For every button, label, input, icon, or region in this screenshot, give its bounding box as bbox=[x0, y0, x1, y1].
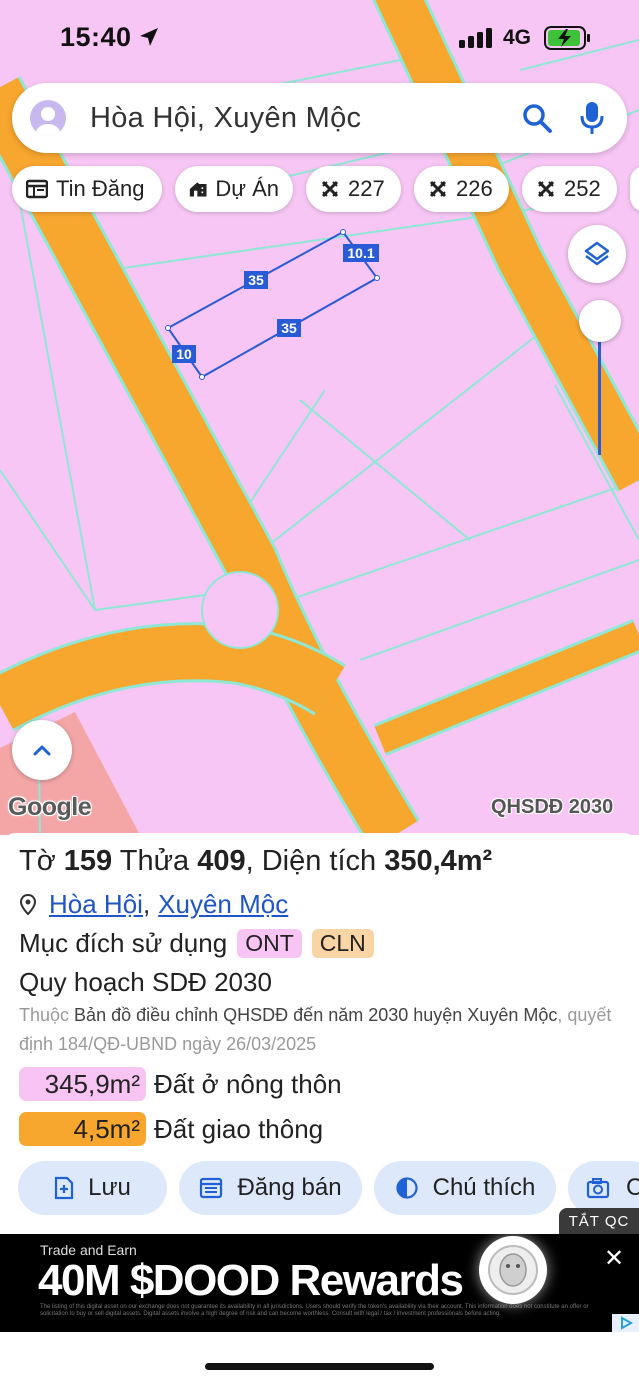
ad-fine-print: The listing of this digital asset on our… bbox=[40, 1304, 589, 1317]
search-icon[interactable] bbox=[521, 102, 553, 134]
google-logo: Google bbox=[8, 793, 92, 821]
search-input[interactable]: Hòa Hội, Xuyên Mộc bbox=[90, 102, 361, 135]
parcel-area: 350,4m² bbox=[384, 845, 493, 877]
area-value: 345,9m² bbox=[19, 1067, 146, 1101]
network-type: 4G bbox=[503, 26, 532, 49]
chip-227[interactable]: 227 bbox=[306, 166, 401, 212]
ad-choices-icon[interactable] bbox=[612, 1314, 639, 1332]
junction-island bbox=[201, 571, 279, 649]
edge-label-bottom: 35 bbox=[281, 320, 297, 336]
chip-label: Dự Án bbox=[215, 176, 279, 201]
plan-source: Thuộc Bản đồ điều chỉnh QHSDĐ đến năm 20… bbox=[19, 1001, 619, 1059]
layers-button[interactable] bbox=[568, 225, 626, 283]
purpose-tag-ont[interactable]: ONT bbox=[237, 929, 302, 958]
status-time: 15:40 bbox=[60, 22, 132, 52]
listing-icon bbox=[26, 179, 48, 199]
ad-close-icon[interactable]: ✕ bbox=[604, 1244, 624, 1273]
calendar-list-icon bbox=[200, 1177, 223, 1199]
chip-226[interactable]: 226 bbox=[414, 166, 509, 212]
plan-label: Quy hoạch SDĐ 2030 bbox=[19, 967, 272, 997]
edge-label-top: 35 bbox=[248, 272, 264, 288]
action-buttons: Lưu Đăng bán Chú thích C bbox=[0, 1161, 639, 1215]
camera-icon bbox=[586, 1178, 610, 1199]
edge-label-right: 10.1 bbox=[347, 245, 374, 261]
sheet-number: 159 bbox=[63, 845, 113, 877]
post-for-sale-button[interactable]: Đăng bán bbox=[179, 1161, 362, 1215]
ad-banner[interactable]: Trade and Earn 40M $DOOD Rewards The lis… bbox=[0, 1234, 639, 1332]
layers-icon bbox=[584, 241, 610, 266]
search-bar[interactable]: Hòa Hội, Xuyên Mộc bbox=[12, 83, 627, 153]
save-file-icon bbox=[55, 1176, 74, 1200]
map-view[interactable]: 35 10.1 35 10 15:40 4G Hòa Hội, Xuyên Mộ… bbox=[0, 0, 639, 835]
chip-label: Tin Đăng bbox=[56, 176, 145, 201]
chip-252[interactable]: 252 bbox=[522, 166, 617, 212]
opacity-slider-handle[interactable] bbox=[579, 300, 621, 342]
title-prefix: Tờ bbox=[19, 845, 56, 877]
expand-panel-button[interactable] bbox=[12, 720, 72, 780]
camera-button[interactable]: C bbox=[568, 1161, 639, 1215]
close-ad-button[interactable]: TẮT QC bbox=[559, 1208, 639, 1234]
location-row: Hòa Hội, Xuyên Mộc bbox=[19, 889, 288, 920]
chip-label: 252 bbox=[564, 176, 601, 201]
chip-tin-dang[interactable]: Tin Đăng bbox=[12, 166, 162, 212]
save-label: Lưu bbox=[88, 1174, 131, 1201]
parcel-info-panel: Tờ 159 Thửa 409, Diện tích 350,4m² Hòa H… bbox=[0, 833, 639, 1233]
source-prefix: Thuộc bbox=[19, 1005, 70, 1025]
chevron-up-icon bbox=[33, 745, 51, 756]
map-layer-label: QHSDĐ 2030 bbox=[491, 796, 614, 818]
purpose-tag-cln[interactable]: CLN bbox=[311, 929, 374, 958]
user-avatar-icon[interactable] bbox=[30, 100, 66, 136]
save-button[interactable]: Lưu bbox=[18, 1161, 167, 1215]
chip-du-an[interactable]: Dự Án bbox=[175, 166, 293, 212]
location-arrow-icon bbox=[140, 28, 158, 46]
parcel-number: 409 bbox=[197, 845, 246, 877]
parcel-title: Tờ 159 Thửa 409, Diện tích 350,4m² bbox=[19, 845, 492, 878]
ad-coin-image bbox=[479, 1236, 547, 1304]
chip-label: 227 bbox=[348, 176, 385, 201]
purpose-label: Mục đích sử dụng bbox=[19, 928, 228, 958]
home-indicator bbox=[205, 1363, 434, 1370]
camera-label: C bbox=[626, 1174, 639, 1201]
area-label: Đất ở nông thôn bbox=[154, 1068, 342, 1099]
ad-headline: 40M $DOOD Rewards bbox=[38, 1256, 464, 1305]
pattern-icon bbox=[321, 180, 339, 198]
post-label: Đăng bán bbox=[237, 1174, 342, 1201]
edge-labels: 35 10.1 35 10 bbox=[172, 244, 379, 363]
title-area-label: , Diện tích bbox=[245, 845, 377, 877]
edge-label-left: 10 bbox=[176, 346, 192, 362]
map-pin-icon bbox=[19, 893, 37, 915]
area-value: 4,5m² bbox=[19, 1112, 146, 1146]
area-row-residential: 345,9m² Đất ở nông thôn bbox=[19, 1067, 342, 1101]
pattern-icon bbox=[537, 180, 555, 198]
land-use-purpose: Mục đích sử dụng ONT CLN bbox=[19, 928, 374, 959]
commune-link[interactable]: Hòa Hội bbox=[49, 889, 143, 920]
building-icon bbox=[189, 182, 207, 197]
area-label: Đất giao thông bbox=[154, 1113, 324, 1144]
signal-bars-icon bbox=[459, 28, 492, 48]
area-row-transport: 4,5m² Đất giao thông bbox=[19, 1112, 323, 1146]
source-map: Bản đồ điều chỉnh QHSDĐ đến năm 2030 huy… bbox=[74, 1005, 558, 1025]
legend-button[interactable]: Chú thích bbox=[374, 1161, 556, 1215]
legend-label: Chú thích bbox=[432, 1174, 536, 1201]
half-circle-icon bbox=[396, 1177, 418, 1199]
microphone-icon[interactable] bbox=[579, 100, 605, 136]
district-link[interactable]: Xuyên Mộc bbox=[158, 889, 288, 920]
title-mid: Thửa bbox=[119, 845, 190, 877]
pattern-icon bbox=[429, 180, 447, 198]
battery-charging-icon bbox=[544, 26, 590, 50]
status-bar: 15:40 4G bbox=[0, 0, 639, 76]
chip-label: 226 bbox=[456, 176, 493, 201]
